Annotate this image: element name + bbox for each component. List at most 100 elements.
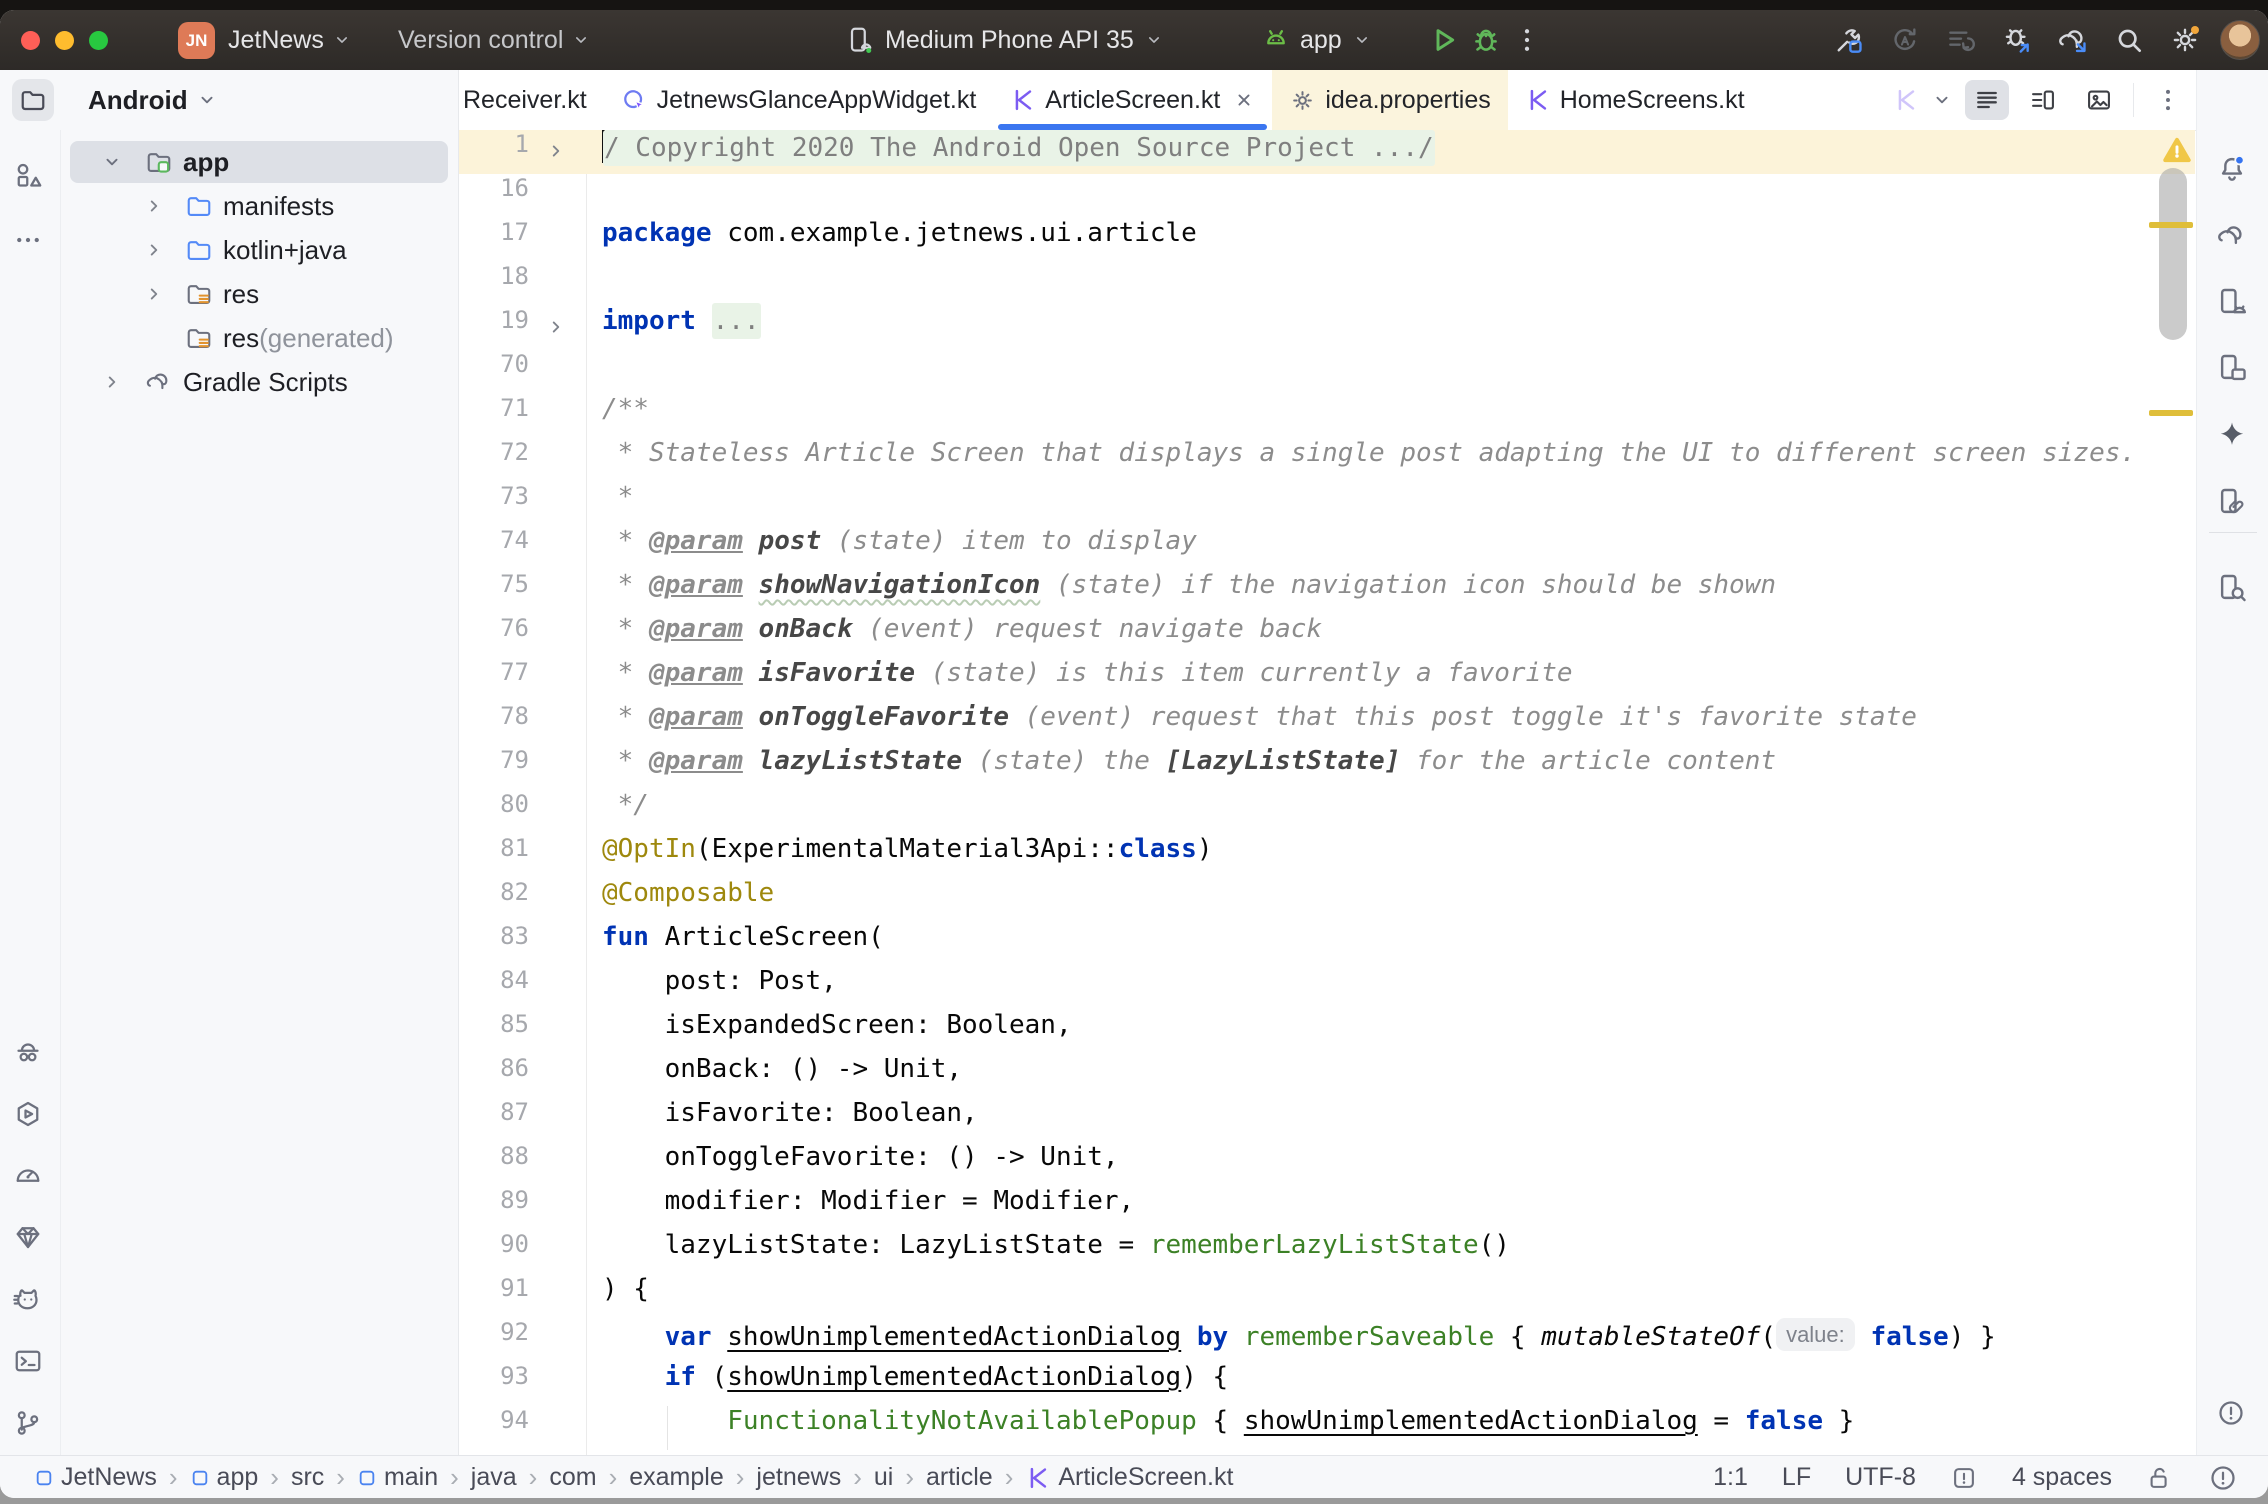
code-line-70[interactable]: 70 bbox=[459, 350, 2195, 394]
device-mirroring-icon[interactable] bbox=[2216, 486, 2248, 518]
code-editor[interactable]: 1/ Copyright 2020 The Android Open Sourc… bbox=[459, 130, 2195, 1455]
breadcrumb-item-example[interactable]: example bbox=[623, 1463, 730, 1492]
breadcrumb-item-ui[interactable]: ui bbox=[868, 1463, 899, 1492]
code-line-90[interactable]: 90 lazyListState: LazyListState = rememb… bbox=[459, 1230, 2195, 1274]
code-line-82[interactable]: 82@Composable bbox=[459, 878, 2195, 922]
resource-manager-icon[interactable] bbox=[13, 160, 43, 190]
breadcrumb-item-jetnews[interactable]: JetNews bbox=[28, 1463, 163, 1492]
split-view-button[interactable] bbox=[2021, 80, 2065, 120]
kebab-icon[interactable] bbox=[1512, 25, 1542, 55]
breadcrumb-item-app[interactable]: app bbox=[184, 1463, 265, 1492]
run-tools-icon[interactable] bbox=[13, 1099, 43, 1129]
fold-chevron-icon[interactable] bbox=[545, 140, 567, 162]
settings-button[interactable] bbox=[2164, 19, 2206, 61]
caret-position-widget[interactable]: 1:1 bbox=[1713, 1463, 1748, 1492]
editor-tab-idea-properties[interactable]: idea.properties bbox=[1272, 70, 1507, 130]
code-line-75[interactable]: 75 * @param showNavigationIcon (state) i… bbox=[459, 570, 2195, 614]
error-stripe-warning-mark[interactable] bbox=[2149, 222, 2193, 228]
fold-chevron-icon[interactable] bbox=[545, 316, 567, 338]
code-line-76[interactable]: 76 * @param onBack (event) request navig… bbox=[459, 614, 2195, 658]
code-line-83[interactable]: 83fun ArticleScreen( bbox=[459, 922, 2195, 966]
debug-icon[interactable] bbox=[1470, 24, 1502, 56]
panel-editor-splitter[interactable] bbox=[458, 70, 459, 1455]
editor-tab-homescreens-kt[interactable]: HomeScreens.kt bbox=[1508, 70, 1762, 130]
error-stripe-warning-mark[interactable] bbox=[2149, 410, 2193, 416]
user-avatar[interactable] bbox=[2220, 20, 2260, 60]
inspection-warning-indicator[interactable] bbox=[2161, 134, 2193, 166]
code-line-93[interactable]: 93 if (showUnimplementedActionDialog) { bbox=[459, 1362, 2195, 1406]
tree-chevron-icon[interactable] bbox=[101, 371, 123, 393]
build-button[interactable] bbox=[1828, 19, 1870, 61]
indent-widget[interactable]: 4 spaces bbox=[2012, 1463, 2112, 1492]
project-tool-window-button[interactable] bbox=[12, 79, 54, 121]
close-window-button[interactable] bbox=[21, 31, 40, 50]
breadcrumb-item-article[interactable]: article bbox=[920, 1463, 999, 1492]
breadcrumb-item-java[interactable]: java bbox=[465, 1463, 523, 1492]
tree-item-manifests[interactable]: manifests bbox=[61, 185, 458, 227]
project-menu[interactable]: JetNews bbox=[228, 10, 352, 70]
code-line-71[interactable]: 71/** bbox=[459, 394, 2195, 438]
show-hidden-tabs-button[interactable] bbox=[1931, 89, 1953, 111]
problems-icon[interactable] bbox=[2216, 1398, 2246, 1428]
inspections-widget[interactable] bbox=[1950, 1464, 1978, 1492]
close-tab-icon[interactable] bbox=[1233, 89, 1255, 111]
apply-changes-button[interactable] bbox=[1884, 19, 1926, 61]
code-line-19[interactable]: 19import ... bbox=[459, 306, 2195, 350]
code-line-16[interactable]: 16 bbox=[459, 174, 2195, 218]
tree-chevron-icon[interactable] bbox=[143, 195, 165, 217]
project-view-selector[interactable]: Android bbox=[88, 85, 218, 116]
code-line-78[interactable]: 78 * @param onToggleFavorite (event) req… bbox=[459, 702, 2195, 746]
code-line-74[interactable]: 74 * @param post (state) item to display bbox=[459, 526, 2195, 570]
code-line-91[interactable]: 91) { bbox=[459, 1274, 2195, 1318]
tree-chevron-icon[interactable] bbox=[101, 151, 123, 173]
editor-tab-jetnewsglanceappwidget-kt[interactable]: JetnewsGlanceAppWidget.kt bbox=[604, 70, 994, 130]
more-tools-icon[interactable] bbox=[13, 225, 43, 255]
code-line-77[interactable]: 77 * @param isFavorite (state) is this i… bbox=[459, 658, 2195, 702]
list-view-button[interactable] bbox=[1965, 80, 2009, 120]
code-line-86[interactable]: 86 onBack: () -> Unit, bbox=[459, 1054, 2195, 1098]
running-devices-icon[interactable] bbox=[2216, 286, 2248, 318]
tree-chevron-icon[interactable] bbox=[143, 239, 165, 261]
code-line-84[interactable]: 84 post: Post, bbox=[459, 966, 2195, 1010]
code-line-79[interactable]: 79 * @param lazyListState (state) the [L… bbox=[459, 746, 2195, 790]
vcs-menu[interactable]: Version control bbox=[398, 10, 591, 70]
run-icon[interactable] bbox=[1428, 24, 1460, 56]
code-line-89[interactable]: 89 modifier: Modifier = Modifier, bbox=[459, 1186, 2195, 1230]
code-line-92[interactable]: 92 var showUnimplementedActionDialog by … bbox=[459, 1318, 2195, 1362]
breadcrumb-item-jetnews[interactable]: jetnews bbox=[750, 1463, 847, 1492]
breadcrumb-item-com[interactable]: com bbox=[543, 1463, 602, 1492]
search-everywhere-button[interactable] bbox=[2108, 19, 2150, 61]
editor-tab-articlescreen-kt[interactable]: ArticleScreen.kt bbox=[993, 70, 1272, 130]
code-line-81[interactable]: 81@OptIn(ExperimentalMaterial3Api::class… bbox=[459, 834, 2195, 878]
code-line-80[interactable]: 80 */ bbox=[459, 790, 2195, 834]
app-inspection-icon[interactable] bbox=[13, 1038, 43, 1068]
code-line-1[interactable]: 1/ Copyright 2020 The Android Open Sourc… bbox=[459, 130, 2195, 174]
tree-item-gradle-scripts[interactable]: Gradle Scripts bbox=[61, 361, 458, 403]
code-line-17[interactable]: 17package com.example.jetnews.ui.article bbox=[459, 218, 2195, 262]
tree-item-kotlin-java[interactable]: kotlin+java bbox=[61, 229, 458, 271]
editor-notifications-widget[interactable] bbox=[2208, 1463, 2238, 1493]
code-line-87[interactable]: 87 isFavorite: Boolean, bbox=[459, 1098, 2195, 1142]
encoding-widget[interactable]: UTF-8 bbox=[1845, 1463, 1916, 1492]
logcat-icon[interactable] bbox=[13, 1284, 43, 1314]
breadcrumb-item-main[interactable]: main bbox=[351, 1463, 444, 1492]
version-control-icon[interactable] bbox=[13, 1408, 43, 1438]
preview-button[interactable] bbox=[2077, 80, 2121, 120]
tree-item-res[interactable]: res bbox=[61, 273, 458, 315]
code-line-72[interactable]: 72 * Stateless Article Screen that displ… bbox=[459, 438, 2195, 482]
breadcrumb-item-articlescreen-kt[interactable]: ArticleScreen.kt bbox=[1019, 1463, 1239, 1492]
code-line-88[interactable]: 88 onToggleFavorite: () -> Unit, bbox=[459, 1142, 2195, 1186]
gemini-icon[interactable] bbox=[2216, 418, 2248, 450]
zoom-window-button[interactable] bbox=[89, 31, 108, 50]
device-explorer-icon[interactable] bbox=[2216, 572, 2248, 604]
sync-project-button[interactable] bbox=[2052, 19, 2094, 61]
run-config-selector[interactable]: app bbox=[1262, 10, 1372, 70]
apply-code-changes-button[interactable] bbox=[1940, 19, 1982, 61]
terminal-icon[interactable] bbox=[13, 1346, 43, 1376]
tree-chevron-icon[interactable] bbox=[143, 283, 165, 305]
minimize-window-button[interactable] bbox=[55, 31, 74, 50]
notifications-icon[interactable] bbox=[2216, 153, 2248, 185]
tree-item-app[interactable]: app bbox=[61, 141, 458, 183]
tree-item-res[interactable]: res (generated) bbox=[61, 317, 458, 359]
device-manager-icon[interactable] bbox=[2216, 352, 2248, 384]
